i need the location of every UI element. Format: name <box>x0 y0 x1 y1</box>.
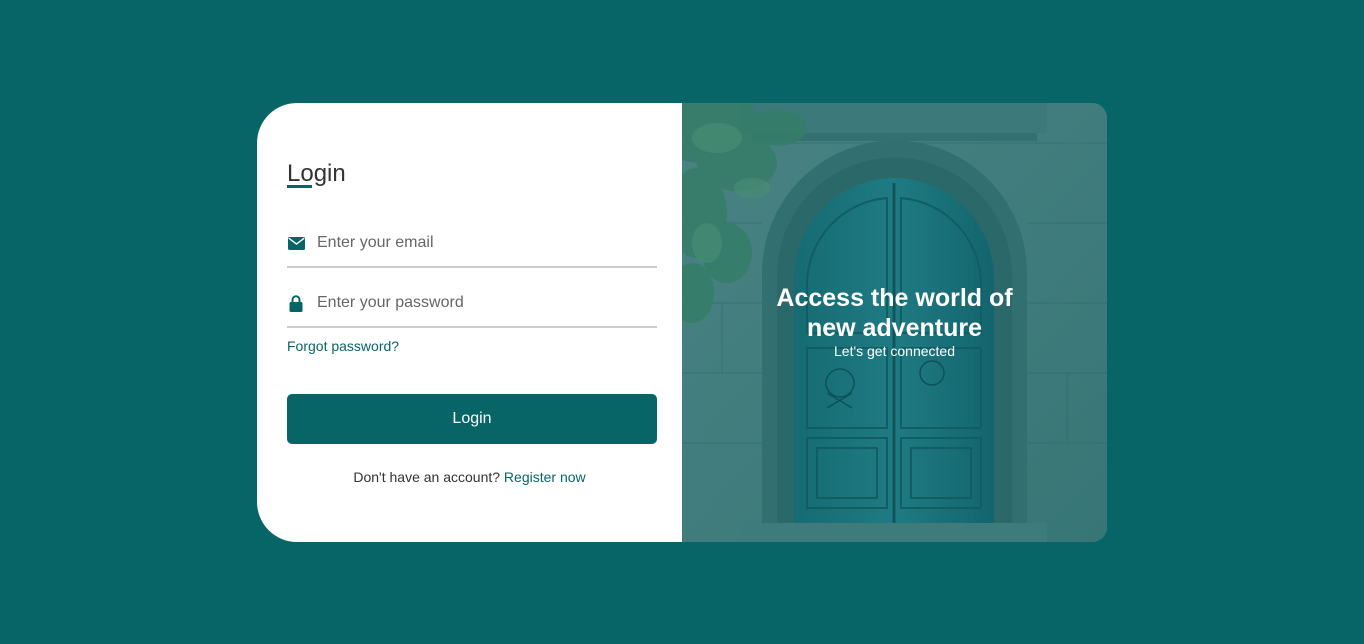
hero-title-line1: Access the world of <box>776 284 1013 312</box>
register-link[interactable]: Register now <box>504 469 586 485</box>
lock-icon <box>287 294 305 312</box>
hero-title-line2: new adventure <box>806 314 983 342</box>
title-underline <box>287 185 312 188</box>
email-input[interactable] <box>317 234 637 252</box>
login-card: Login Forgot password? Login <box>257 103 1107 542</box>
register-prompt: Don't have an account? Register now <box>257 469 682 485</box>
envelope-icon <box>287 234 305 252</box>
hero-image-panel: Access the world of new adventure Let's … <box>682 103 1107 542</box>
hero-text: Access the world of new adventure Let's … <box>682 283 1107 359</box>
form-title: Login <box>287 160 346 187</box>
forgot-password-link[interactable]: Forgot password? <box>287 338 399 354</box>
email-field <box>287 220 657 268</box>
register-prompt-text: Don't have an account? <box>353 469 501 485</box>
login-button[interactable]: Login <box>287 394 657 444</box>
password-input[interactable] <box>317 294 637 312</box>
hero-subtitle: Let's get connected <box>834 343 955 359</box>
password-field <box>287 280 657 328</box>
login-form-panel: Login Forgot password? Login <box>257 103 682 542</box>
